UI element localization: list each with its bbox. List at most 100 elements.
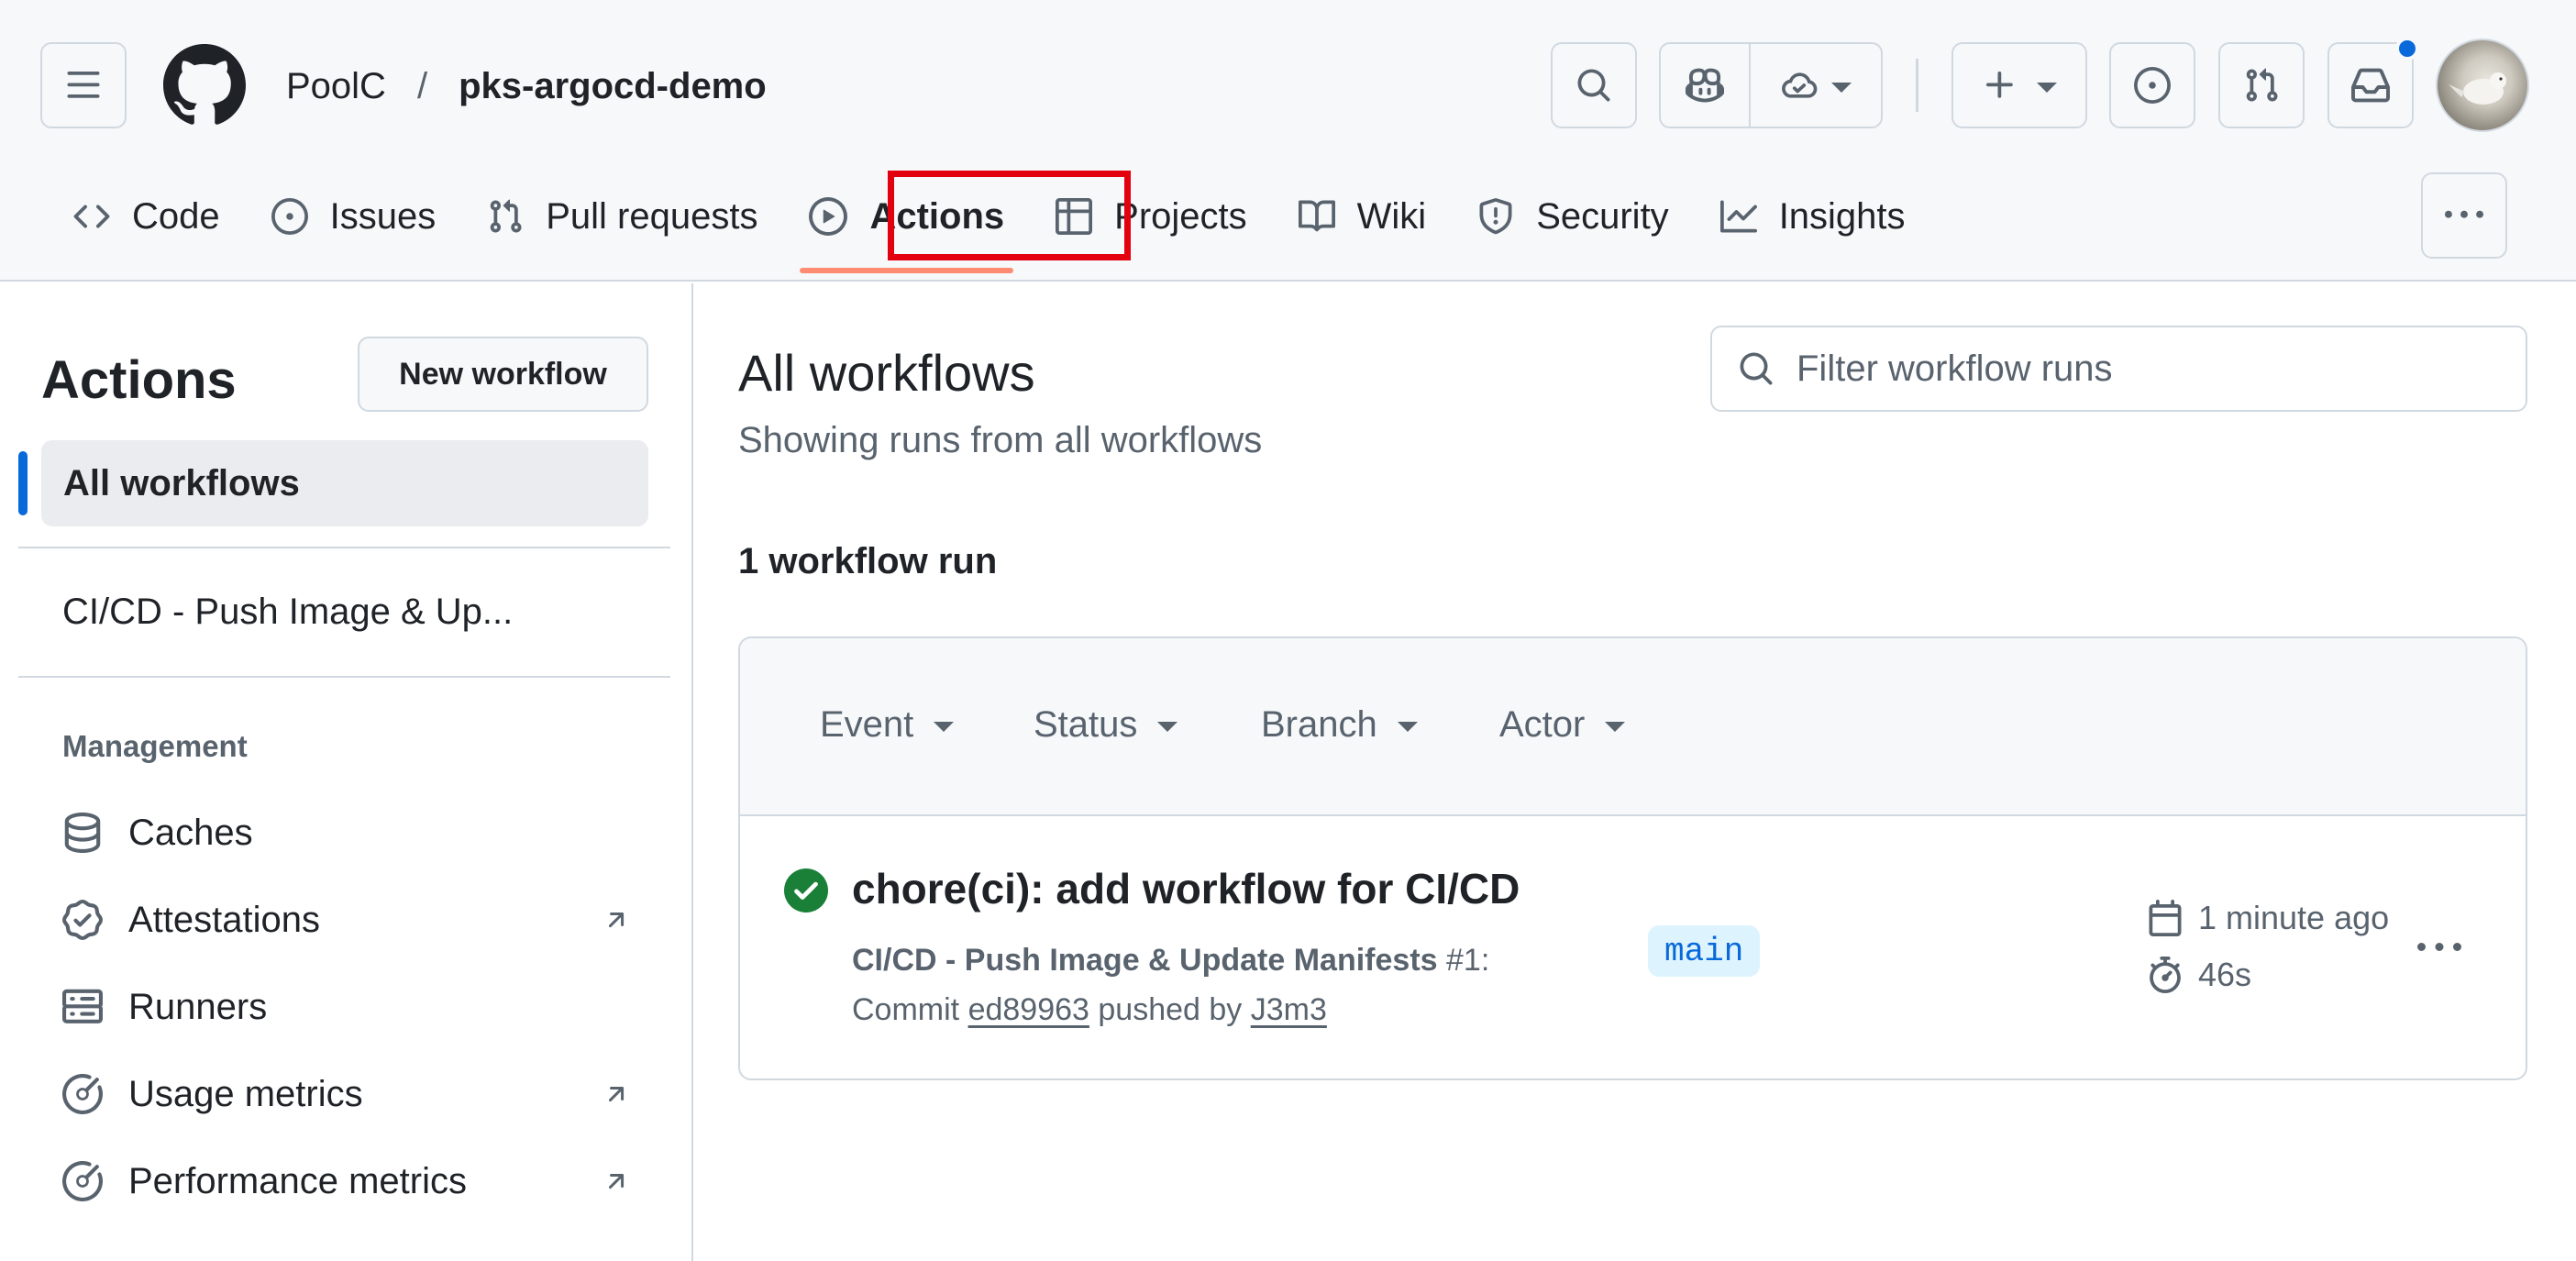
workflow-run-count: 1 workflow run xyxy=(738,541,998,581)
tab-security-label: Security xyxy=(1536,195,1669,237)
meter-icon xyxy=(62,1161,106,1201)
chevron-down-icon xyxy=(934,722,955,732)
arrow-up-right-icon xyxy=(602,905,631,935)
avatar[interactable] xyxy=(2436,39,2529,132)
event-filter-dropdown[interactable]: Event xyxy=(820,704,955,746)
sidebar-item-workflow[interactable]: CI/CD - Push Image & Up... xyxy=(62,592,513,633)
tab-actions-label: Actions xyxy=(869,195,1005,237)
shield-icon xyxy=(1479,198,1512,235)
copilot-button[interactable] xyxy=(1661,44,1751,127)
table-row: chore(ci): add workflow for CI/CD CI/CD … xyxy=(740,818,2526,1078)
filter-input[interactable] xyxy=(1797,348,2512,390)
table-icon xyxy=(1056,198,1093,235)
breadcrumb-separator: / xyxy=(416,65,428,106)
sidebar-item-label: Performance metrics xyxy=(128,1160,467,1201)
menu-button[interactable] xyxy=(40,42,127,128)
tab-wiki[interactable]: Wiki xyxy=(1280,172,1445,260)
sidebar-item-all-workflows[interactable]: All workflows xyxy=(41,440,648,526)
verified-icon xyxy=(62,900,106,940)
code-icon xyxy=(73,205,110,228)
your-issues-button[interactable] xyxy=(2109,42,2195,128)
tab-projects-label: Projects xyxy=(1114,195,1247,237)
check-circle-fill-icon xyxy=(784,868,828,913)
unread-notification-dot xyxy=(2395,37,2419,61)
kebab-horizontal-icon xyxy=(2417,943,2461,951)
breadcrumb-owner-link[interactable]: PoolC xyxy=(286,66,386,107)
tab-security[interactable]: Security xyxy=(1459,172,1687,260)
run-title-link[interactable]: chore(ci): add workflow for CI/CD xyxy=(852,864,1520,913)
run-number: #1: xyxy=(1446,943,1490,978)
search-button[interactable] xyxy=(1551,42,1637,128)
git-pull-request-icon xyxy=(2246,68,2278,102)
filter-workflow-runs[interactable] xyxy=(1710,326,2527,412)
run-workflow-name: CI/CD - Push Image & Update Manifests xyxy=(852,943,1438,978)
create-new-button[interactable] xyxy=(1951,42,2087,128)
tab-insights[interactable]: Insights xyxy=(1702,172,1924,260)
chevron-down-icon xyxy=(1605,722,1626,732)
pushed-by-text: pushed by xyxy=(1098,992,1243,1027)
issue-opened-icon xyxy=(271,198,308,235)
search-icon xyxy=(1577,69,1610,102)
sidebar-item-label: Caches xyxy=(128,812,253,853)
run-timestamp: 1 minute ago xyxy=(2147,899,2389,937)
branch-filter-dropdown[interactable]: Branch xyxy=(1261,704,1418,746)
sidebar-item-usage-metrics[interactable]: Usage metrics xyxy=(62,1067,631,1122)
breadcrumb: PoolC / pks-argocd-demo xyxy=(286,61,767,112)
sidebar-item-attestations[interactable]: Attestations xyxy=(62,892,631,947)
more-tabs-button[interactable] xyxy=(2421,172,2507,259)
plus-icon xyxy=(1986,72,2013,98)
breadcrumb-repo-link[interactable]: pks-argocd-demo xyxy=(459,66,767,107)
tab-issues[interactable]: Issues xyxy=(253,172,455,260)
dropdown-label: Actor xyxy=(1499,704,1586,745)
sidebar-item-label: Runners xyxy=(128,986,268,1027)
github-logo-icon[interactable] xyxy=(163,44,246,127)
run-workflow-info: CI/CD - Push Image & Update Manifests #1… xyxy=(852,943,1489,979)
calendar-icon xyxy=(2149,900,2182,936)
run-commit-info: Commit ed89963 pushed by J3m3 xyxy=(852,992,1327,1028)
play-icon xyxy=(809,197,848,236)
issue-opened-icon xyxy=(2134,67,2171,104)
dropdown-label: Status xyxy=(1034,704,1138,745)
chevron-down-icon xyxy=(1831,82,1852,93)
sidebar-item-performance-metrics[interactable]: Performance metrics xyxy=(62,1154,631,1209)
stopwatch-icon xyxy=(2150,957,2181,993)
run-more-options-button[interactable] xyxy=(2407,921,2471,976)
arrow-up-right-icon xyxy=(602,1167,631,1196)
tab-insights-label: Insights xyxy=(1778,195,1906,237)
page-title: All workflows xyxy=(738,344,1035,402)
tab-wiki-label: Wiki xyxy=(1356,195,1427,237)
book-icon xyxy=(1298,200,1335,232)
management-heading: Management xyxy=(62,729,248,763)
copilot-menu-button[interactable] xyxy=(1751,44,1881,127)
meter-icon xyxy=(62,1074,106,1114)
your-pull-requests-button[interactable] xyxy=(2218,42,2305,128)
arrow-up-right-icon xyxy=(602,1079,631,1109)
status-filter-dropdown[interactable]: Status xyxy=(1034,704,1178,746)
branch-label[interactable]: main xyxy=(1648,925,1761,977)
tab-code[interactable]: Code xyxy=(55,172,238,260)
copilot-icon xyxy=(1686,68,1724,103)
actor-link[interactable]: J3m3 xyxy=(1251,992,1327,1027)
page-subtitle: Showing runs from all workflows xyxy=(738,420,1263,460)
new-workflow-button[interactable]: New workflow xyxy=(358,337,648,412)
tab-pull-requests[interactable]: Pull requests xyxy=(469,172,776,260)
tab-actions[interactable]: Actions xyxy=(790,172,1023,273)
graph-icon xyxy=(1719,200,1757,233)
runs-filter-bar: Event Status Branch Actor xyxy=(740,638,2526,816)
run-duration: 46s xyxy=(2147,956,2251,994)
sidebar-divider xyxy=(18,547,670,548)
chevron-down-icon xyxy=(1397,722,1418,732)
actions-sidebar: Actions New workflow All workflows CI/CD… xyxy=(0,283,693,1261)
cloud-icon xyxy=(1782,72,1818,98)
commit-sha-link[interactable]: ed89963 xyxy=(968,992,1089,1027)
sidebar-item-runners[interactable]: Runners xyxy=(62,979,631,1034)
tab-projects[interactable]: Projects xyxy=(1037,172,1266,260)
tab-code-label: Code xyxy=(132,195,220,237)
search-icon xyxy=(1740,352,1773,385)
global-header: PoolC / pks-argocd-demo Code Issues Pull… xyxy=(0,0,2576,282)
copilot-button-group xyxy=(1659,42,1883,128)
database-icon xyxy=(62,813,106,853)
actor-filter-dropdown[interactable]: Actor xyxy=(1499,704,1626,746)
selected-indicator xyxy=(18,451,28,515)
sidebar-item-caches[interactable]: Caches xyxy=(62,805,631,860)
